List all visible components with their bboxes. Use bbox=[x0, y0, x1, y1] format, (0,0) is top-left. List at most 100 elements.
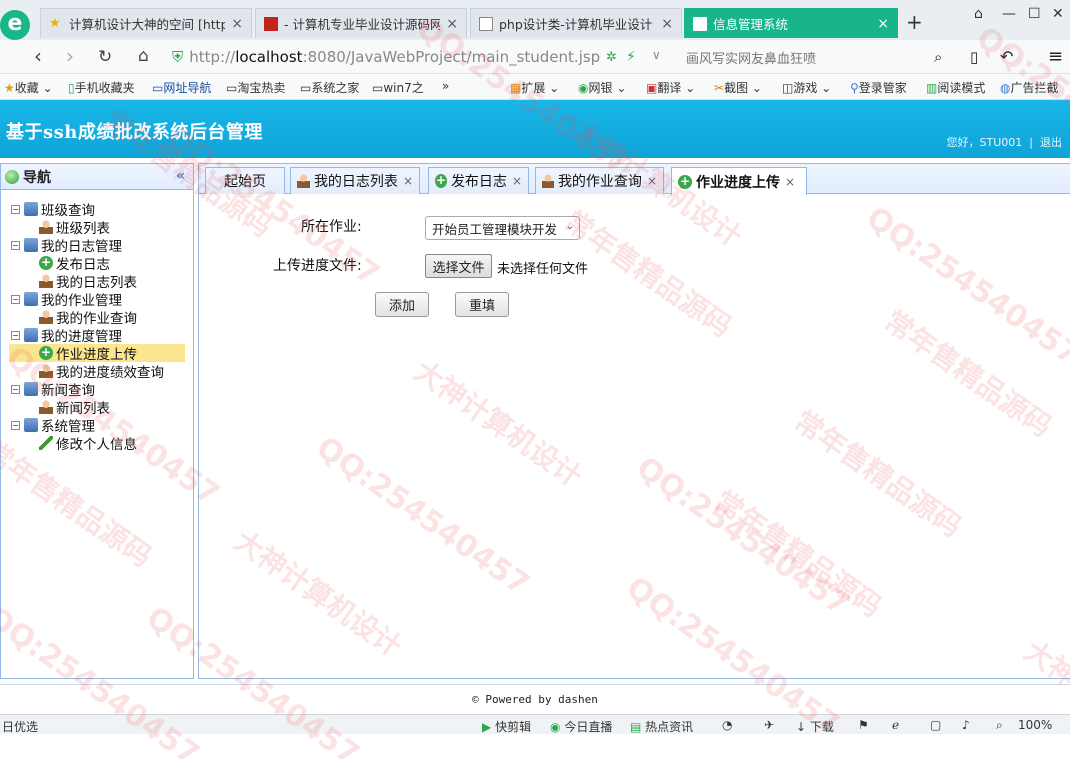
tree-group-class[interactable]: − 班级查询 bbox=[9, 200, 185, 219]
status-window-icon[interactable]: ▢ bbox=[930, 718, 941, 732]
status-speed-icon[interactable]: ◔ bbox=[722, 718, 732, 732]
tree-toggle-icon[interactable]: − bbox=[11, 294, 20, 304]
add-icon: + bbox=[39, 345, 53, 360]
close-icon[interactable]: × bbox=[446, 16, 458, 32]
close-icon[interactable]: × bbox=[647, 174, 657, 188]
pen-icon bbox=[39, 436, 53, 450]
status-zoom-icon[interactable]: ⌕ bbox=[996, 718, 1003, 733]
menu-icon[interactable]: ≡ bbox=[1048, 46, 1063, 67]
tree-item-class-list[interactable]: 班级列表 bbox=[9, 218, 185, 237]
user-icon bbox=[39, 364, 53, 378]
status-pin-icon[interactable]: ✈ bbox=[764, 718, 774, 732]
tree-toggle-icon[interactable]: − bbox=[11, 384, 20, 394]
maximize-icon[interactable]: ☐ bbox=[1028, 6, 1041, 22]
bookmark-system[interactable]: ▭系统之家 bbox=[300, 79, 359, 96]
tab-my-log-list[interactable]: 我的日志列表 × bbox=[290, 167, 420, 194]
tree-group-progress[interactable]: − 我的进度管理 bbox=[9, 326, 185, 345]
status-left-text[interactable]: 日优选 bbox=[2, 718, 38, 735]
browser-tab-3[interactable]: php设计类-计算机毕业设计 × bbox=[470, 8, 682, 38]
bookmark-favorites[interactable]: ★收藏 ⌄ bbox=[4, 79, 53, 96]
status-ie-icon[interactable]: ℯ bbox=[892, 718, 899, 732]
shirt-icon[interactable]: ⌂ bbox=[974, 6, 983, 22]
job-select[interactable]: 开始员工管理模块开发 ⌄ bbox=[425, 216, 580, 240]
main-panel: 起始页 我的日志列表 × + 发布日志 × 我的作业查询 × + 作业进度上传 … bbox=[198, 163, 1070, 679]
minimize-icon[interactable]: — bbox=[1002, 6, 1016, 22]
logout-link[interactable]: 退出 bbox=[1040, 136, 1062, 149]
book-icon: ▥ bbox=[926, 81, 938, 95]
search-input[interactable]: 画风写实网友鼻血狂喷 bbox=[676, 44, 956, 70]
tree-group-system[interactable]: − 系统管理 bbox=[9, 416, 185, 435]
status-item-news[interactable]: ▤ 热点资讯 bbox=[630, 718, 693, 735]
tree-item-my-log-list[interactable]: 我的日志列表 bbox=[9, 272, 185, 291]
choose-file-button[interactable]: 选择文件 bbox=[425, 254, 492, 278]
bookmark-adblock[interactable]: ◍广告拦截 bbox=[1000, 79, 1059, 96]
tree-item-progress-upload[interactable]: + 作业进度上传 bbox=[9, 344, 185, 363]
back-icon[interactable]: ‹ bbox=[34, 44, 42, 68]
close-window-icon[interactable]: ✕ bbox=[1052, 6, 1064, 22]
bookmark-bank[interactable]: ◉网银 ⌄ bbox=[578, 79, 626, 96]
url-input[interactable]: ⛨ http://localhost:8080/JavaWebProject/m… bbox=[172, 44, 672, 70]
mobile-icon: ▯ bbox=[68, 81, 75, 95]
refresh-badge-icon[interactable]: ✲ bbox=[606, 50, 617, 65]
tree-item-publish-log[interactable]: + 发布日志 bbox=[9, 254, 185, 273]
mobile-icon[interactable]: ▯ bbox=[970, 48, 978, 66]
collapse-icon[interactable]: « bbox=[176, 168, 185, 184]
browser-tab-1[interactable]: ★ 计算机设计大神的空间 [http: × bbox=[40, 8, 252, 38]
status-item-live[interactable]: ◉ 今日直播 bbox=[550, 718, 612, 735]
close-icon[interactable]: × bbox=[661, 16, 673, 32]
bookmark-taobao[interactable]: ▭淘宝热卖 bbox=[226, 79, 285, 96]
add-icon: + bbox=[678, 173, 692, 189]
more-bookmarks-icon[interactable]: » bbox=[442, 79, 449, 93]
forward-icon[interactable]: › bbox=[66, 44, 74, 68]
tree-toggle-icon[interactable]: − bbox=[11, 204, 20, 214]
status-item-clip[interactable]: ▶ 快剪辑 bbox=[482, 718, 531, 735]
tab-progress-upload[interactable]: + 作业进度上传 × bbox=[671, 167, 807, 195]
bookmark-extensions[interactable]: ▦扩展 ⌄ bbox=[510, 79, 559, 96]
bookmark-login[interactable]: ⚲登录管家 bbox=[850, 79, 907, 96]
zoom-level[interactable]: 100% bbox=[1018, 718, 1052, 732]
status-flag-icon[interactable]: ⚑ bbox=[858, 718, 869, 732]
home-icon[interactable]: ⌂ bbox=[138, 46, 149, 66]
browser-tab-2[interactable]: - 计算机专业毕业设计源码网 × bbox=[255, 8, 467, 38]
tree-toggle-icon[interactable]: − bbox=[11, 240, 20, 250]
tree-toggle-icon[interactable]: − bbox=[11, 420, 20, 430]
close-icon[interactable]: × bbox=[512, 174, 522, 188]
reload-icon[interactable]: ↻ bbox=[98, 47, 112, 67]
close-icon[interactable]: × bbox=[403, 174, 413, 188]
close-icon[interactable]: × bbox=[231, 16, 243, 32]
bookmark-win7[interactable]: ▭win7之 bbox=[372, 79, 424, 96]
status-item-download[interactable]: ↓ 下载 bbox=[796, 718, 834, 735]
tree-toggle-icon[interactable]: − bbox=[11, 330, 20, 340]
page-tabs: 起始页 我的日志列表 × + 发布日志 × 我的作业查询 × + 作业进度上传 … bbox=[199, 164, 1070, 195]
tab-home[interactable]: 起始页 bbox=[205, 167, 285, 194]
search-icon[interactable]: ⌕ bbox=[934, 48, 942, 66]
chevron-down-icon[interactable]: ∨ bbox=[652, 48, 661, 62]
bookmark-screenshot[interactable]: ✂截图 ⌄ bbox=[714, 79, 762, 96]
tree-group-homework[interactable]: − 我的作业管理 bbox=[9, 290, 185, 309]
bookmark-mobile[interactable]: ▯手机收藏夹 bbox=[68, 79, 135, 96]
computer-icon bbox=[24, 292, 38, 306]
undo-icon[interactable]: ↶ bbox=[1000, 47, 1013, 66]
bookmark-translate[interactable]: ▣翻译 ⌄ bbox=[646, 79, 695, 96]
browser-tab-active[interactable]: 信息管理系统 × bbox=[684, 8, 898, 38]
tree-item-homework-query[interactable]: 我的作业查询 bbox=[9, 308, 185, 327]
lightning-icon[interactable]: ⚡ bbox=[626, 49, 636, 65]
sidebar-title: 导航 bbox=[23, 169, 51, 186]
tab-homework-query[interactable]: 我的作业查询 × bbox=[535, 167, 664, 194]
tree-group-log[interactable]: − 我的日志管理 bbox=[9, 236, 185, 255]
tree-item-edit-profile[interactable]: 修改个人信息 bbox=[9, 434, 185, 453]
new-tab-icon[interactable]: + bbox=[906, 10, 923, 34]
add-button[interactable]: 添加 bbox=[375, 292, 429, 317]
tree-item-news-list[interactable]: 新闻列表 bbox=[9, 398, 185, 417]
tree-group-news[interactable]: − 新闻查询 bbox=[9, 380, 185, 399]
browser-tab-title: 计算机设计大神的空间 [http: bbox=[69, 17, 226, 32]
bookmark-games[interactable]: ◫游戏 ⌄ bbox=[782, 79, 831, 96]
reset-button[interactable]: 重填 bbox=[455, 292, 509, 317]
bookmark-reader[interactable]: ▥阅读模式 bbox=[926, 79, 985, 96]
tab-publish-log[interactable]: + 发布日志 × bbox=[428, 167, 529, 194]
tree-item-progress-performance[interactable]: 我的进度绩效查询 bbox=[9, 362, 185, 381]
close-icon[interactable]: × bbox=[877, 16, 889, 32]
close-icon[interactable]: × bbox=[785, 175, 795, 189]
status-volume-icon[interactable]: ♪ bbox=[962, 718, 970, 732]
bookmark-nav[interactable]: ▭网址导航 bbox=[152, 79, 211, 96]
